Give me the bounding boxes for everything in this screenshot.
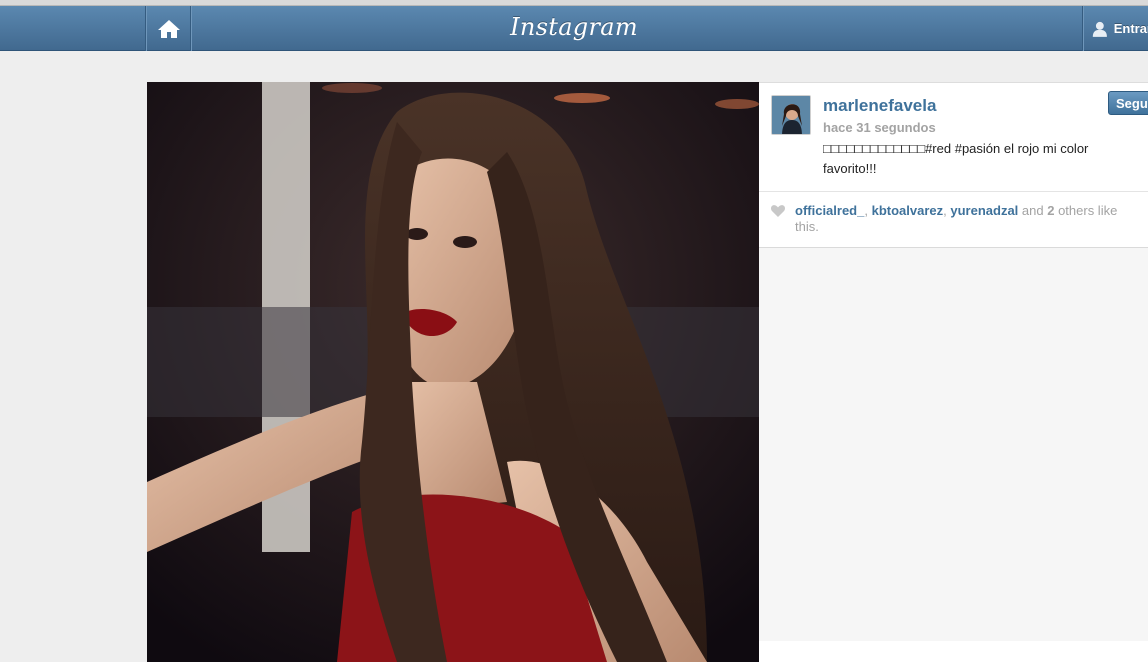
login-label: Entrar: [1113, 21, 1148, 36]
top-navigation-bar: Instagram Entrar: [0, 6, 1148, 51]
liker-link[interactable]: yurenadzal: [950, 203, 1018, 218]
avatar-image: [772, 96, 810, 134]
instagram-logo[interactable]: Instagram: [510, 13, 638, 41]
post-details-panel: marlenefavela hace 31 segundos □□□□□□□□□…: [759, 82, 1148, 662]
avatar[interactable]: [771, 95, 811, 135]
liker-link[interactable]: officialred_: [795, 203, 864, 218]
likes-and: and: [1018, 203, 1048, 218]
home-button[interactable]: [145, 6, 192, 51]
liker-link[interactable]: kbtoalvarez: [872, 203, 944, 218]
follow-button[interactable]: Seguir: [1108, 91, 1148, 115]
likes-separator: ,: [864, 203, 872, 218]
likes-section: officialred_, kbtoalvarez, yurenadzal an…: [759, 191, 1148, 247]
post-photo[interactable]: [147, 82, 759, 662]
home-icon: [157, 19, 180, 38]
post-username[interactable]: marlenefavela: [823, 96, 936, 116]
user-icon: [1092, 21, 1107, 37]
likes-text: officialred_, kbtoalvarez, yurenadzal an…: [795, 203, 1141, 235]
post-caption: □□□□□□□□□□□□□#red #pasión el rojo mi col…: [823, 141, 1089, 176]
post-timestamp: hace 31 segundos: [823, 120, 936, 135]
photo-image: [147, 82, 759, 662]
comments-area: [759, 247, 1148, 641]
heart-icon[interactable]: [771, 205, 785, 217]
login-button[interactable]: Entrar: [1082, 6, 1148, 51]
